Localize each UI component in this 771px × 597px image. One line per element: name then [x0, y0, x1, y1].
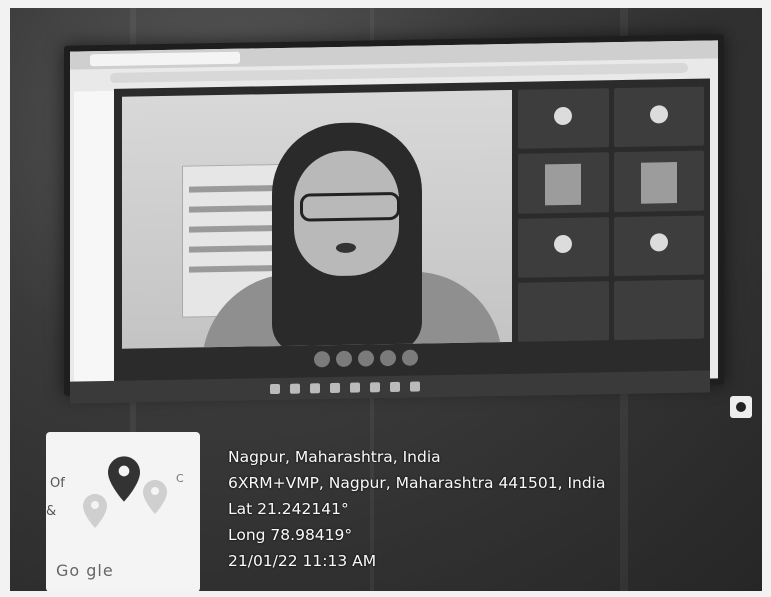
participant-tile — [518, 216, 609, 278]
participant-tile — [613, 215, 704, 276]
participant-tile — [613, 86, 704, 148]
location-title: Nagpur, Maharashtra, India — [228, 448, 441, 466]
mic-icon — [314, 351, 330, 368]
call-controls — [314, 349, 418, 368]
map-pin-icon — [142, 480, 168, 514]
taskbar-app-icon — [270, 383, 280, 395]
timestamp: 21/01/22 11:13 AM — [228, 552, 377, 570]
speaker-glasses — [300, 191, 400, 222]
captions-icon — [358, 350, 374, 367]
participant-grid — [518, 86, 704, 342]
map-pin-icon — [82, 494, 108, 528]
main-speaker-video — [122, 89, 512, 349]
participant-tile — [613, 279, 704, 341]
participant-tile — [518, 152, 609, 214]
taskbar-app-icon — [310, 383, 320, 394]
participant-tile — [613, 150, 704, 212]
taskbar-app-icon — [330, 382, 340, 394]
browser-tab — [90, 51, 240, 67]
taskbar-app-icon — [410, 381, 420, 392]
present-icon — [380, 349, 396, 367]
taskbar-app-icon — [370, 382, 380, 393]
participant-tile — [518, 281, 609, 342]
more-options-icon — [402, 349, 418, 366]
map-pin-icon — [108, 456, 140, 502]
location-address: 6XRM+VMP, Nagpur, Maharashtra 441501, In… — [228, 474, 606, 492]
video-call-window — [114, 78, 710, 385]
longitude: Long 78.98419° — [228, 526, 353, 544]
side-panel — [74, 90, 114, 392]
photo: Of & C Go gle Nagpur, Maharashtra, India… — [10, 8, 762, 591]
latitude: Lat 21.242141° — [228, 500, 349, 518]
map-attribution: Go gle — [56, 561, 114, 580]
taskbar-app-icon — [290, 383, 300, 394]
map-thumbnail: Of & C Go gle — [46, 432, 200, 591]
camera-icon — [336, 350, 352, 368]
map-label-fragment: & — [46, 504, 57, 519]
map-label-fragment: Of — [50, 476, 65, 491]
participant-tile — [518, 88, 609, 150]
map-label-fragment: C — [176, 472, 184, 485]
taskbar-app-icon — [390, 381, 400, 392]
taskbar-app-icon — [350, 382, 360, 393]
camera-logo-icon — [730, 396, 752, 418]
geotag-info: Nagpur, Maharashtra, India 6XRM+VMP, Nag… — [228, 444, 606, 574]
monitor-screen — [64, 34, 724, 396]
